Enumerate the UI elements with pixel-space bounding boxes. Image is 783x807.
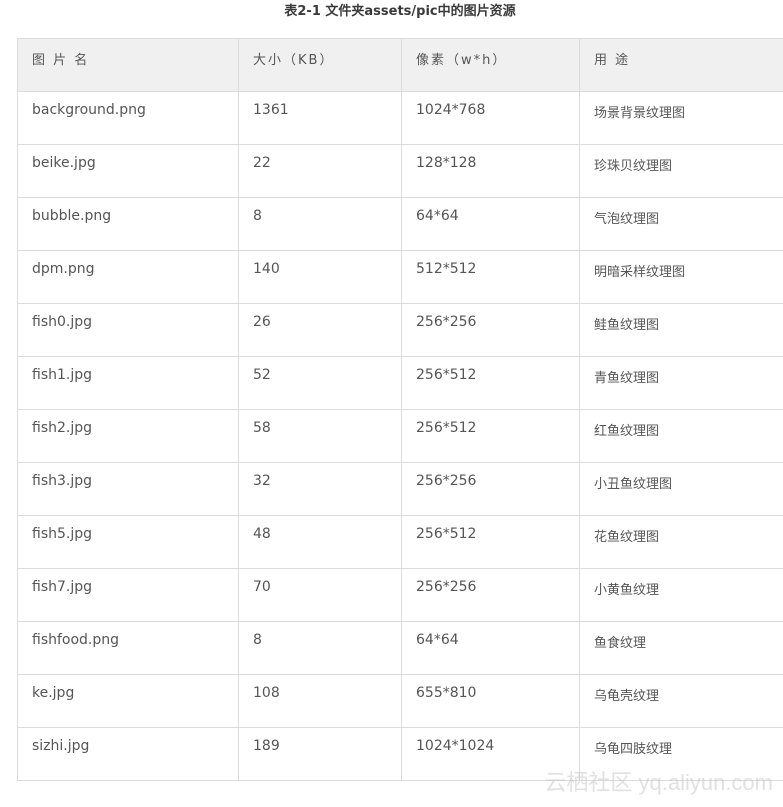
cell-size-kb: 70 (238, 568, 402, 622)
header-row: 图 片 名 大小（KB） 像素（w*h） 用 途 (17, 38, 783, 92)
cell-image-name: sizhi.jpg (17, 727, 239, 781)
cell-image-name: beike.jpg (17, 144, 239, 198)
table-row: fishfood.png 8 64*64 鱼食纹理 (17, 621, 783, 675)
table-row: beike.jpg 22 128*128 珍珠贝纹理图 (17, 144, 783, 198)
table-row: ke.jpg 108 655*810 乌龟壳纹理 (17, 674, 783, 728)
cell-usage: 红鱼纹理图 (579, 409, 783, 463)
table-row: fish0.jpg 26 256*256 鲑鱼纹理图 (17, 303, 783, 357)
cell-usage: 明暗采样纹理图 (579, 250, 783, 304)
cell-pixels: 128*128 (401, 144, 580, 198)
cell-size-kb: 58 (238, 409, 402, 463)
cell-usage: 珍珠贝纹理图 (579, 144, 783, 198)
table-row: fish5.jpg 48 256*512 花鱼纹理图 (17, 515, 783, 569)
table-row: fish3.jpg 32 256*256 小丑鱼纹理图 (17, 462, 783, 516)
cell-pixels: 256*512 (401, 356, 580, 410)
cell-size-kb: 189 (238, 727, 402, 781)
cell-image-name: fish1.jpg (17, 356, 239, 410)
cell-size-kb: 8 (238, 621, 402, 675)
cell-usage: 青鱼纹理图 (579, 356, 783, 410)
cell-usage: 花鱼纹理图 (579, 515, 783, 569)
table-header: 图 片 名 大小（KB） 像素（w*h） 用 途 (17, 38, 783, 92)
cell-usage: 小丑鱼纹理图 (579, 462, 783, 516)
table-row: fish2.jpg 58 256*512 红鱼纹理图 (17, 409, 783, 463)
table-row: bubble.png 8 64*64 气泡纹理图 (17, 197, 783, 251)
cell-pixels: 256*256 (401, 568, 580, 622)
cell-usage: 乌龟壳纹理 (579, 674, 783, 728)
cell-image-name: fishfood.png (17, 621, 239, 675)
cell-pixels: 256*256 (401, 462, 580, 516)
cell-pixels: 64*64 (401, 621, 580, 675)
cell-pixels: 256*512 (401, 515, 580, 569)
cell-image-name: fish2.jpg (17, 409, 239, 463)
cell-image-name: fish0.jpg (17, 303, 239, 357)
cell-pixels: 655*810 (401, 674, 580, 728)
cell-size-kb: 1361 (238, 91, 402, 145)
cell-size-kb: 52 (238, 356, 402, 410)
cell-size-kb: 8 (238, 197, 402, 251)
table-body: background.png 1361 1024*768 场景背景纹理图 beike.j… (17, 91, 783, 781)
header-size-kb: 大小（KB） (238, 38, 402, 92)
cell-usage: 气泡纹理图 (579, 197, 783, 251)
cell-pixels: 256*256 (401, 303, 580, 357)
cell-image-name: bubble.png (17, 197, 239, 251)
cell-pixels: 256*512 (401, 409, 580, 463)
cell-usage: 场景背景纹理图 (579, 91, 783, 145)
cell-image-name: fish7.jpg (17, 568, 239, 622)
cell-image-name: background.png (17, 91, 239, 145)
cell-size-kb: 22 (238, 144, 402, 198)
cell-image-name: fish5.jpg (17, 515, 239, 569)
table-row: fish7.jpg 70 256*256 小黄鱼纹理 (17, 568, 783, 622)
header-pixels: 像素（w*h） (401, 38, 580, 92)
cell-size-kb: 140 (238, 250, 402, 304)
cell-size-kb: 48 (238, 515, 402, 569)
cell-usage: 鱼食纹理 (579, 621, 783, 675)
cell-size-kb: 32 (238, 462, 402, 516)
table-row: background.png 1361 1024*768 场景背景纹理图 (17, 91, 783, 145)
cell-pixels: 1024*768 (401, 91, 580, 145)
table-row: dpm.png 140 512*512 明暗采样纹理图 (17, 250, 783, 304)
cell-size-kb: 26 (238, 303, 402, 357)
cell-image-name: ke.jpg (17, 674, 239, 728)
cell-pixels: 64*64 (401, 197, 580, 251)
cell-pixels: 512*512 (401, 250, 580, 304)
cell-image-name: fish3.jpg (17, 462, 239, 516)
header-image-name: 图 片 名 (17, 38, 239, 92)
table-row: fish1.jpg 52 256*512 青鱼纹理图 (17, 356, 783, 410)
table-caption: 表2-1 文件夹assets/pic中的图片资源 (284, 4, 516, 19)
cell-image-name: dpm.png (17, 250, 239, 304)
cell-usage: 鲑鱼纹理图 (579, 303, 783, 357)
site-watermark: 云栖社区 yq.aliyun.com (544, 770, 773, 795)
cell-size-kb: 108 (238, 674, 402, 728)
header-usage: 用 途 (579, 38, 783, 92)
cell-usage: 小黄鱼纹理 (579, 568, 783, 622)
image-resources-table: 图 片 名 大小（KB） 像素（w*h） 用 途 background.png 1… (17, 38, 783, 781)
